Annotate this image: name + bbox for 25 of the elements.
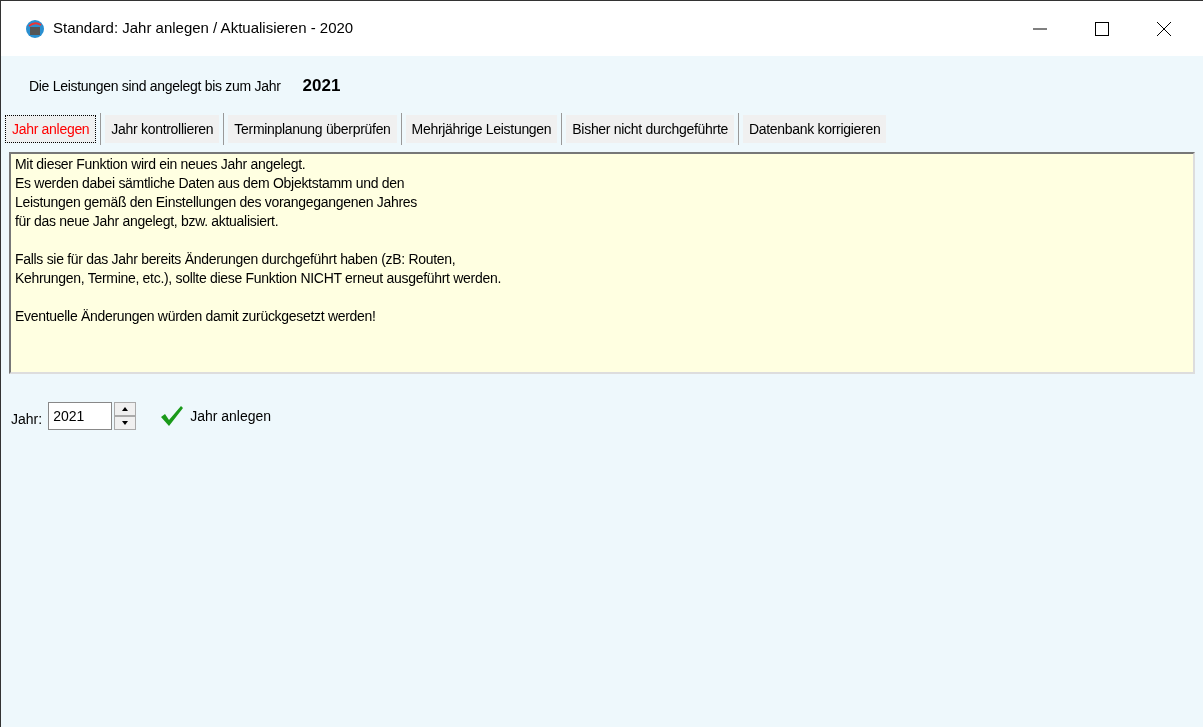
tab[interactable]: Jahr anlegen (5, 115, 97, 143)
close-icon (1156, 20, 1172, 37)
description-paragraph: Mit dieser Funktion wird ein neues Jahr angelegt. Es werden dabei sämtliche Daten aus dem Objektstamm und den Leistungen gemäß den Einstellungen des vorangegangenen Jahres für das neue Jahr angelegt, bzw. aktualisiert. (15, 155, 417, 231)
status-year: 2021 (302, 75, 341, 98)
tab[interactable]: Jahr kontrollieren (105, 115, 220, 143)
app-globe-icon (25, 18, 45, 39)
down-arrow-icon (122, 421, 129, 425)
spin-up-button[interactable] (114, 402, 137, 416)
year-input[interactable]: 2021 (48, 402, 113, 430)
tab[interactable]: Terminplanung überprüfen (228, 115, 397, 143)
year-label: Jahr: (11, 409, 43, 429)
tab[interactable]: Bisher nicht durchgeführte (566, 115, 734, 143)
window-title: Standard: Jahr anlegen / Aktualisieren - 2020 (53, 18, 354, 39)
spin-down-button[interactable] (114, 416, 137, 430)
year-spinner[interactable]: 2021 (48, 402, 137, 430)
status-label: Die Leistungen sind angelegt bis zum Jahr (29, 76, 281, 96)
minimize-icon (1033, 27, 1047, 30)
up-arrow-icon (122, 407, 129, 411)
tab[interactable]: Datenbank korrigieren (742, 115, 887, 143)
create-year-button[interactable]: Jahr anlegen (160, 405, 272, 427)
tab[interactable]: Mehrjährige Leistungen (405, 115, 558, 143)
checkmark-icon (160, 405, 185, 427)
description-paragraph: Falls sie für das Jahr bereits Änderungen durchgeführt haben (zB: Routen, Kehrungen, Termine, etc.), sollte diese Funktion NICHT erneut ausgeführt werden. (15, 250, 501, 288)
description-paragraph: Eventuelle Änderungen würden damit zurückgesetzt werden! (15, 307, 376, 326)
maximize-icon (1094, 20, 1110, 37)
